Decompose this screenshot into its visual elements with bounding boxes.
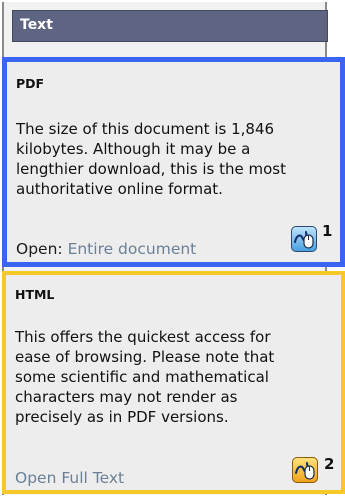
pdf-entire-document-link[interactable]: Entire document xyxy=(68,240,197,258)
html-option-title: HTML xyxy=(15,287,55,302)
html-marker-number: 2 xyxy=(324,455,335,473)
html-option-description: This offers the quickest access for ease… xyxy=(15,328,275,426)
html-click-marker[interactable] xyxy=(292,457,318,483)
panel-header-title: Text xyxy=(20,17,53,33)
mouse-click-icon xyxy=(295,462,315,480)
mouse-click-icon xyxy=(294,231,314,249)
panel-header: Text xyxy=(12,10,328,42)
html-open-full-text-link[interactable]: Open Full Text xyxy=(15,469,124,487)
pdf-open-row: Open: Entire document xyxy=(16,240,196,258)
pdf-open-label: Open: xyxy=(16,240,63,258)
pdf-option-title: PDF xyxy=(16,76,45,91)
html-option-box: HTML This offers the quickest access for… xyxy=(2,271,345,494)
pdf-click-marker[interactable] xyxy=(291,226,317,252)
pdf-option-box: PDF The size of this document is 1,846 k… xyxy=(2,57,345,267)
pdf-marker-number: 1 xyxy=(322,222,333,240)
pdf-option-description: The size of this document is 1,846 kilob… xyxy=(16,120,286,198)
